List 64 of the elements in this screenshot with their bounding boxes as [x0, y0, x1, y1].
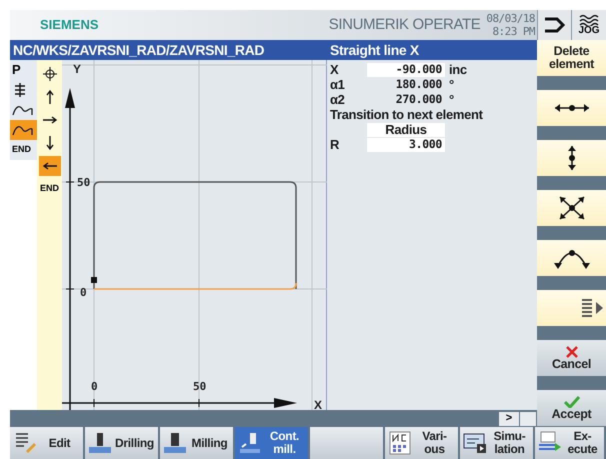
contour-icon: [12, 103, 34, 117]
softkey-button[interactable]: Vari- ous: [385, 427, 458, 459]
contour-milling-icon: [238, 431, 262, 455]
date-text: 08/03/18: [486, 12, 535, 25]
accept-button[interactable]: Accept: [537, 390, 606, 426]
x-tick-label: 0: [91, 380, 98, 393]
list-arrow-icon: [580, 297, 604, 319]
jog-button[interactable]: JOG: [571, 10, 606, 40]
program-path: NC/WKS/ZAVRSNI_RAD/ZAVRSNI_RAD: [13, 40, 264, 60]
x-tick-label: 50: [193, 380, 206, 393]
x-axis-label: X: [314, 398, 322, 410]
softkey-button[interactable]: [537, 90, 606, 126]
contour-icon: [12, 123, 34, 137]
cancel-button[interactable]: Cancel: [537, 340, 606, 376]
contour-tree-item[interactable]: [10, 120, 37, 140]
horizontal-line-icon: [554, 101, 590, 115]
crosshair-icon: [42, 66, 58, 82]
softkey-button[interactable]: Ex- ecute: [535, 427, 604, 459]
softkey-button[interactable]: Cont. mill.: [235, 427, 308, 459]
mode-label: JOG: [578, 26, 600, 36]
transition-select[interactable]: Radius: [367, 122, 445, 136]
y-axis-label: Y: [73, 62, 82, 76]
element-label: END: [40, 182, 59, 196]
cancel-x-icon: [566, 346, 578, 358]
parameter-value: 270.000: [394, 92, 443, 106]
tree-label: END: [12, 143, 32, 156]
contour-tree-item[interactable]: END: [10, 140, 37, 160]
contour-tree-item[interactable]: P: [10, 60, 37, 80]
softkey-button[interactable]: [537, 240, 606, 276]
parameter-title: Straight line X: [330, 40, 419, 60]
parameter-value: 180.000: [394, 78, 443, 92]
nc-grid-icon: [388, 431, 412, 455]
input-field[interactable]: -90.000: [367, 62, 445, 76]
tree-label: P: [12, 61, 21, 80]
document-pencil-icon: [13, 431, 37, 455]
softkey-button[interactable]: Milling: [160, 427, 233, 459]
time-text: 8:23 PM: [492, 25, 535, 38]
sync-icon: [12, 82, 28, 98]
scroll-right-button[interactable]: >: [499, 412, 519, 426]
checkmark-icon: [564, 396, 580, 408]
softkey-button[interactable]: Edit: [10, 427, 83, 459]
bracket-icon: [542, 16, 566, 34]
start-point-marker: [91, 277, 97, 283]
softkey-button[interactable]: Drilling: [85, 427, 158, 459]
softkey-button[interactable]: Simu- lation: [460, 427, 533, 459]
product-name: SINUMERIK OPERATE: [328, 14, 480, 35]
program-button[interactable]: [537, 10, 571, 40]
drill-icon: [88, 431, 112, 455]
input-field[interactable]: 3.000: [367, 138, 445, 152]
milling-cutter-icon: [163, 431, 187, 455]
contour-element[interactable]: END: [38, 179, 60, 199]
softkey-button[interactable]: [537, 290, 606, 326]
contour-element[interactable]: [38, 156, 60, 176]
simulation-window-icon: [463, 431, 487, 455]
parameter-label: R: [330, 136, 340, 154]
diagonal-line-icon: [558, 195, 586, 221]
softkey-button[interactable]: [537, 140, 606, 176]
wave-icon: [579, 14, 599, 26]
y-tick-label: 0: [80, 286, 87, 299]
contour-tree-item[interactable]: [10, 100, 37, 120]
softkey-button[interactable]: [537, 190, 606, 226]
y-tick-label: 50: [77, 176, 90, 189]
softkey-button[interactable]: Delete element: [537, 40, 606, 76]
brand-logo: SIEMENS: [40, 16, 99, 34]
